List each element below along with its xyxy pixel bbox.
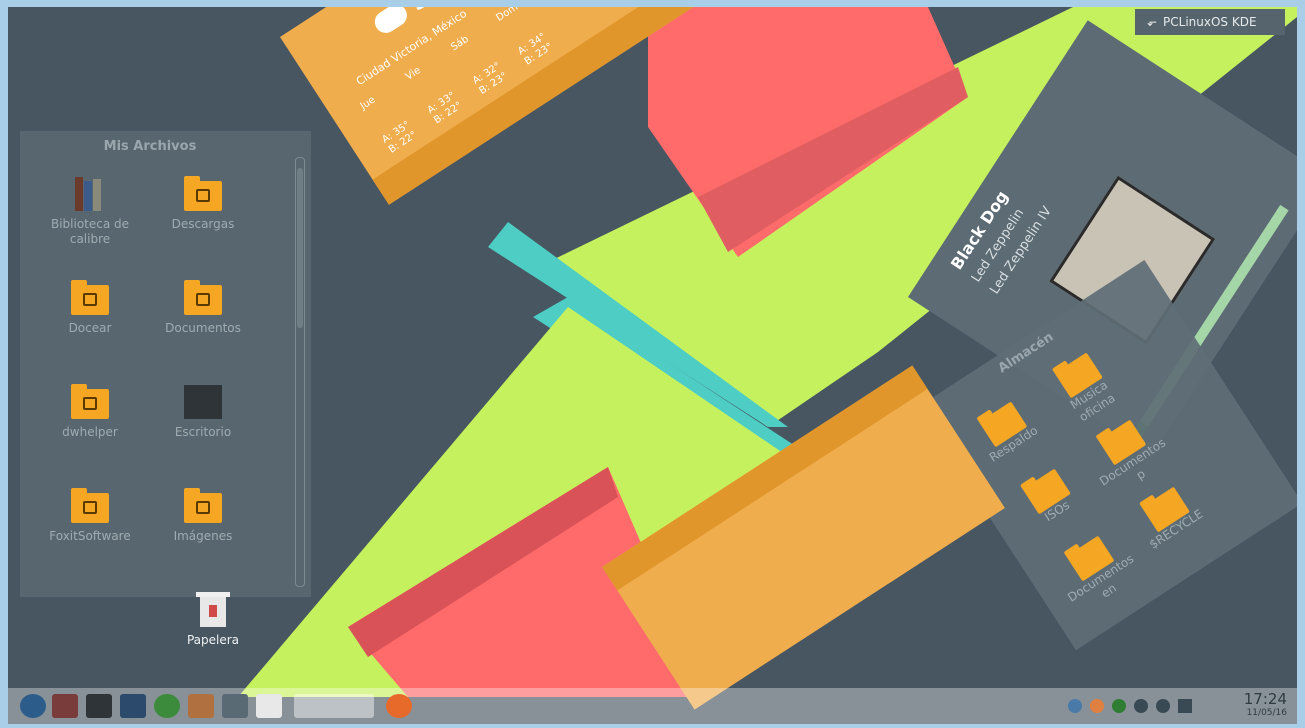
- folder-documents-icon: [182, 279, 224, 317]
- clock[interactable]: 17:24 11/05/16: [1244, 690, 1287, 718]
- file-item[interactable]: Descargas: [148, 175, 258, 232]
- skype-icon[interactable]: [1068, 699, 1082, 713]
- arrow-up-icon[interactable]: [1178, 699, 1192, 713]
- xbox-icon[interactable]: [154, 694, 180, 718]
- folder-view-title: Mis Archivos: [103, 139, 197, 154]
- file-item[interactable]: Documentos: [148, 279, 258, 336]
- workspace-switcher[interactable]: [294, 694, 374, 718]
- camera-icon[interactable]: [188, 694, 214, 718]
- books-icon: [69, 175, 111, 213]
- folder-download-icon: [182, 175, 224, 213]
- firefox-icon[interactable]: [386, 694, 412, 718]
- folder-download-icon: [69, 383, 111, 421]
- terminal-icon[interactable]: [86, 694, 112, 718]
- file-label: Descargas: [171, 217, 235, 231]
- trash-label: Papelera: [186, 633, 240, 647]
- weather-day: Jue: [358, 94, 378, 113]
- folder-view-scrollbar[interactable]: [295, 157, 305, 587]
- file-label: Docear: [68, 321, 112, 335]
- trash-item[interactable]: Papelera: [168, 592, 258, 647]
- check-icon[interactable]: [1112, 699, 1126, 713]
- desktop-folder-icon: [182, 383, 224, 421]
- clock-time: 17:24: [1243, 690, 1287, 708]
- file-label: Imágenes: [173, 529, 233, 543]
- file-label: Documentos: [165, 321, 241, 335]
- volume-icon[interactable]: [1156, 699, 1170, 713]
- folder-docear-icon: [69, 279, 111, 317]
- file-item[interactable]: Imágenes: [148, 487, 258, 544]
- document-icon[interactable]: [256, 694, 282, 718]
- file-item[interactable]: Biblioteca de calibre: [35, 175, 145, 247]
- pclinuxos-menu-icon[interactable]: [20, 694, 46, 718]
- file-label: FoxitSoftware: [49, 529, 131, 543]
- panel-label[interactable]: ⬐ PCLinuxOS KDE: [1135, 9, 1285, 35]
- file-label: dwhelper: [62, 425, 118, 439]
- desktop: ⬐ PCLinuxOS KDE Mis Archivos Biblioteca …: [8, 7, 1297, 724]
- file-item[interactable]: dwhelper: [35, 383, 145, 440]
- tools-icon[interactable]: [52, 694, 78, 718]
- clock-date: 11/05/16: [1246, 708, 1287, 718]
- network-icon[interactable]: [120, 694, 146, 718]
- cloud-sun-icon: [370, 7, 412, 38]
- storage-item[interactable]: Documentos en: [1044, 520, 1147, 619]
- hand-icon[interactable]: [1090, 699, 1104, 713]
- weather-day: Dom: [494, 7, 521, 24]
- plasma-icon: ⬐: [1147, 15, 1158, 29]
- file-item[interactable]: Escritorio: [148, 383, 258, 440]
- file-item[interactable]: Docear: [35, 279, 145, 336]
- trash-icon: [196, 592, 230, 627]
- folder-feather-icon: [69, 487, 111, 525]
- storage-item[interactable]: ISOs: [1000, 453, 1095, 539]
- apps-grid-icon[interactable]: [222, 694, 248, 718]
- scrollbar-thumb[interactable]: [297, 168, 303, 328]
- panel-label-text: PCLinuxOS KDE: [1163, 15, 1257, 29]
- file-item[interactable]: FoxitSoftware: [35, 487, 145, 544]
- folder-view-widget: Mis Archivos Biblioteca de calibre Desca…: [20, 131, 311, 597]
- weather-day: Vie: [403, 64, 423, 83]
- folder-images-icon: [182, 487, 224, 525]
- file-label: Escritorio: [174, 425, 232, 439]
- weather-day: Sáb: [449, 33, 471, 54]
- file-label: Biblioteca de calibre: [50, 217, 130, 246]
- taskbar: 17:24 11/05/16: [8, 688, 1297, 724]
- bluetooth-icon[interactable]: [1134, 699, 1148, 713]
